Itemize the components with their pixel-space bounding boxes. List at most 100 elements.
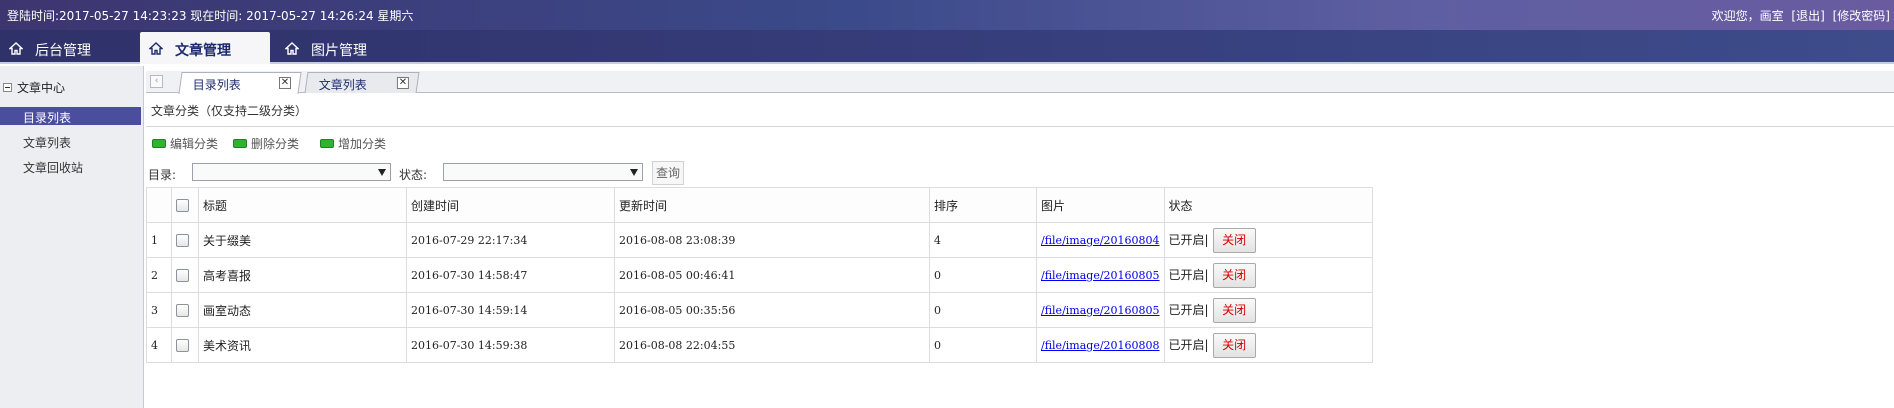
close-button[interactable]: 关闭	[1212, 297, 1256, 323]
row-select-cell	[171, 327, 199, 363]
close-button[interactable]: 关闭	[1212, 262, 1256, 288]
home-icon	[149, 42, 163, 55]
updated-header[interactable]: 更新时间	[614, 187, 930, 223]
row-index: 4	[146, 327, 172, 363]
row-status-cell: 已开启| 关闭	[1163, 327, 1373, 363]
row-index: 1	[146, 222, 172, 258]
directory-select[interactable]	[192, 163, 391, 181]
close-icon[interactable]: ✕	[396, 77, 409, 89]
image-link[interactable]: /file/image/20160804	[1041, 234, 1160, 247]
add-category-button[interactable]: 增加分类	[320, 135, 386, 152]
logout-link[interactable]: [退出]	[1791, 9, 1824, 23]
close-button[interactable]: 关闭	[1212, 227, 1256, 253]
main-nav: 后台管理 文章管理 图片管理	[0, 30, 1894, 64]
close-icon[interactable]: ✕	[279, 77, 291, 89]
image-link[interactable]: /file/image/20160805	[1041, 304, 1160, 317]
sort-header[interactable]: 排序	[929, 187, 1037, 223]
nav-tab-label: 文章管理	[175, 43, 231, 59]
status-label: 状态:	[399, 168, 428, 182]
row-checkbox[interactable]	[176, 303, 189, 317]
row-created: 2016-07-30 14:59:38	[406, 327, 615, 363]
table-header-row: 标题 创建时间 更新时间 排序 图片 状态	[146, 187, 1373, 223]
main-content: 文章分类（仅支持二级分类） 编辑分类 删除分类 增加分类 目录: 状态: 查询 …	[146, 94, 1894, 408]
add-category-label: 增加分类	[338, 137, 387, 151]
image-header[interactable]: 图片	[1036, 187, 1165, 223]
status-text: 已开启|	[1168, 232, 1209, 247]
nav-tab-backend[interactable]: 后台管理	[0, 32, 135, 64]
row-image-cell: /file/image/20160804	[1036, 222, 1165, 258]
select-all-header	[171, 187, 199, 223]
collapse-icon	[3, 83, 12, 92]
home-icon	[9, 42, 23, 55]
row-title: 高考喜报	[198, 257, 407, 293]
row-select-cell	[171, 257, 199, 293]
table-row[interactable]: 3 画室动态 2016-07-30 14:59:14 2016-08-05 00…	[146, 292, 1373, 328]
image-link[interactable]: /file/image/20160808	[1041, 339, 1160, 352]
page-title: 文章分类（仅支持二级分类）	[151, 104, 308, 118]
status-select[interactable]	[443, 163, 643, 181]
chevron-down-icon	[378, 169, 386, 176]
row-checkbox[interactable]	[176, 268, 189, 282]
row-title: 画室动态	[198, 292, 407, 328]
page-tab-directory-list[interactable]: 目录列表 ✕	[178, 72, 302, 94]
table-row[interactable]: 2 高考喜报 2016-07-30 14:58:47 2016-08-05 00…	[146, 257, 1373, 293]
table-row[interactable]: 1 关于缀美 2016-07-29 22:17:34 2016-08-08 23…	[146, 222, 1373, 258]
status-header[interactable]: 状态	[1163, 187, 1373, 223]
page-tab-label: 目录列表	[192, 78, 241, 92]
nav-tab-articles[interactable]: 文章管理	[140, 32, 270, 64]
close-button[interactable]: 关闭	[1212, 332, 1256, 358]
image-link[interactable]: /file/image/20160805	[1041, 269, 1160, 282]
table-row[interactable]: 4 美术资讯 2016-07-30 14:59:38 2016-08-08 22…	[146, 327, 1373, 363]
select-all-checkbox[interactable]	[176, 199, 189, 212]
category-table: 标题 创建时间 更新时间 排序 图片 状态 1 关于缀美 2016-07-29 …	[146, 187, 1373, 363]
created-header[interactable]: 创建时间	[406, 187, 615, 223]
home-icon	[285, 42, 299, 55]
welcome-text: 欢迎您，画室	[1711, 9, 1784, 23]
divider	[146, 126, 1894, 127]
status-text: 已开启|	[1168, 337, 1209, 352]
sidebar-item-directory-list[interactable]: 目录列表	[0, 107, 141, 125]
page-tab-article-list[interactable]: 文章列表 ✕	[304, 72, 420, 93]
row-created: 2016-07-29 22:17:34	[406, 222, 615, 258]
delete-category-label: 删除分类	[251, 137, 300, 151]
row-index: 3	[146, 292, 172, 328]
nav-tab-label: 图片管理	[311, 43, 367, 59]
top-header: 登陆时间:2017-05-27 14:23:23 现在时间: 2017-05-2…	[0, 0, 1894, 30]
row-updated: 2016-08-08 23:08:39	[614, 222, 930, 258]
row-sort: 0	[929, 257, 1037, 293]
row-image-cell: /file/image/20160805	[1036, 257, 1165, 293]
row-status-cell: 已开启| 关闭	[1163, 257, 1373, 293]
nav-tab-images[interactable]: 图片管理	[276, 32, 416, 64]
edit-category-button[interactable]: 编辑分类	[152, 135, 218, 152]
row-updated: 2016-08-05 00:35:56	[614, 292, 930, 328]
filter-bar: 目录: 状态: 查询	[146, 160, 1894, 186]
sidebar-item-article-list[interactable]: 文章列表	[0, 132, 141, 150]
row-created: 2016-07-30 14:59:14	[406, 292, 615, 328]
row-select-cell	[171, 222, 199, 258]
row-index: 2	[146, 257, 172, 293]
tab-scroll-left-icon[interactable]: ‹	[150, 75, 163, 88]
query-button[interactable]: 查询	[652, 161, 684, 185]
sidebar: 文章中心 目录列表 文章列表 文章回收站	[0, 66, 144, 408]
login-time-info: 登陆时间:2017-05-27 14:23:23 现在时间: 2017-05-2…	[7, 9, 414, 23]
user-info: 欢迎您，画室 [退出] [修改密码]	[1708, 7, 1890, 24]
row-updated: 2016-08-05 00:46:41	[614, 257, 930, 293]
change-password-link[interactable]: [修改密码]	[1833, 9, 1890, 23]
chevron-down-icon	[630, 169, 638, 176]
row-checkbox[interactable]	[176, 233, 189, 247]
sidebar-section-label: 文章中心	[17, 81, 66, 95]
nav-tab-label: 后台管理	[35, 43, 91, 59]
row-status-cell: 已开启| 关闭	[1163, 222, 1373, 258]
title-header[interactable]: 标题	[198, 187, 407, 223]
page-tab-strip: ‹ 目录列表 ✕ 文章列表 ✕	[146, 71, 1894, 94]
row-checkbox[interactable]	[176, 338, 189, 352]
row-status-cell: 已开启| 关闭	[1163, 292, 1373, 328]
sidebar-section-header[interactable]: 文章中心	[3, 79, 65, 96]
row-title: 美术资讯	[198, 327, 407, 363]
sidebar-item-recycle-bin[interactable]: 文章回收站	[0, 157, 141, 175]
row-select-cell	[171, 292, 199, 328]
delete-icon	[233, 139, 247, 148]
status-text: 已开启|	[1168, 302, 1209, 317]
delete-category-button[interactable]: 删除分类	[233, 135, 299, 152]
row-created: 2016-07-30 14:58:47	[406, 257, 615, 293]
